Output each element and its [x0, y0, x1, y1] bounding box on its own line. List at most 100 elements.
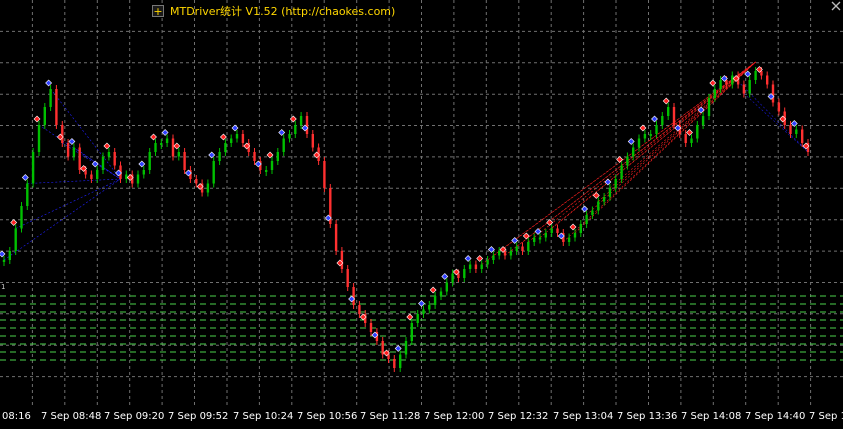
candle-body [801, 129, 804, 143]
candle-body [701, 116, 705, 125]
candle-body [253, 152, 256, 161]
plus-icon[interactable]: + [152, 5, 164, 17]
sell-connection-line [574, 61, 756, 234]
candle-body [597, 201, 600, 211]
candle-body [270, 161, 274, 170]
candle-body [2, 260, 6, 262]
candle-body [206, 183, 210, 193]
candle-body [632, 147, 635, 157]
candle-body [608, 188, 612, 197]
time-label: 7 Sep 12:32 [488, 411, 549, 422]
candle-body [305, 116, 309, 134]
candle-body [771, 84, 775, 103]
candle-body [439, 291, 443, 296]
candle-body [754, 71, 757, 80]
candle-body [66, 143, 70, 157]
candle-body [544, 233, 547, 238]
candle-body [224, 143, 227, 152]
candle-body [346, 269, 349, 287]
time-label: 7 Sep 10:56 [297, 411, 358, 422]
candle-body [410, 323, 413, 341]
candle-body [428, 305, 431, 310]
time-label: 7 Sep 09:20 [104, 411, 165, 422]
candle-body [795, 129, 798, 134]
candle-body [136, 174, 140, 184]
indicator-label: + MTDriver统计 V1.52 (http://chaokes.com) [152, 3, 395, 19]
time-label: 7 Sep 10:24 [233, 411, 294, 422]
candle-body [352, 287, 355, 305]
candle-body [422, 309, 425, 314]
candle-body [177, 152, 180, 157]
candle-body [340, 251, 344, 269]
candle-body [480, 264, 483, 269]
candle-body [509, 251, 513, 256]
candle-body [579, 224, 582, 233]
candle-body [165, 138, 169, 143]
candle-body [20, 206, 23, 229]
candle-body [241, 134, 245, 143]
candle-body [14, 228, 17, 251]
candle-body [142, 170, 145, 175]
candle-body [31, 152, 35, 184]
candle-body [649, 134, 652, 136]
candle-body [474, 264, 478, 269]
candle-body [719, 80, 722, 89]
time-label: 7 Sep 13:04 [553, 411, 614, 422]
time-label: 7 Sep 14:40 [745, 411, 806, 422]
candle-body [399, 354, 402, 368]
candle-body [212, 161, 215, 184]
candle-body [26, 183, 29, 206]
candle-body [684, 134, 687, 143]
candle-body [696, 125, 699, 139]
candle-body [573, 233, 577, 238]
candle-body [393, 359, 396, 368]
time-label: 08:16 [2, 411, 31, 422]
close-icon[interactable] [831, 1, 841, 11]
candle-body [433, 296, 437, 305]
time-label: 7 Sep 12:00 [424, 411, 485, 422]
candle-body [620, 165, 623, 179]
candle-body [183, 152, 186, 170]
candle-body [766, 75, 769, 85]
time-label: 7 Sep 08:48 [41, 411, 102, 422]
candle-body [748, 80, 751, 94]
candle-body [556, 228, 559, 233]
time-label: 7 Sep 13:36 [617, 411, 678, 422]
candle-body [195, 179, 198, 184]
candle-body [358, 305, 361, 314]
candle-body [49, 89, 52, 107]
candle-body [498, 251, 501, 256]
candle-body [282, 138, 285, 152]
candle-body [492, 255, 495, 260]
candle-body [299, 116, 303, 125]
candle-body [154, 143, 157, 152]
candle-body [789, 125, 792, 134]
candle-body [230, 138, 233, 143]
candle-body [381, 341, 384, 355]
candle-body [626, 156, 629, 166]
candle-body [655, 125, 658, 134]
price-chart[interactable] [0, 0, 843, 408]
time-label: 7 Sep 14:08 [681, 411, 742, 422]
candle-body [533, 237, 536, 242]
candle-body [171, 138, 175, 157]
candle-body [235, 134, 239, 139]
candle-body [672, 107, 676, 125]
candle-body [661, 116, 664, 125]
candle-body [667, 107, 670, 116]
candle-body [515, 246, 518, 251]
candle-body [486, 260, 489, 265]
candle-body [777, 102, 781, 112]
candle-body [521, 246, 524, 251]
candle-body [125, 174, 128, 179]
indicator-title: MTDriver统计 V1.52 (http://chaokes.com) [170, 5, 396, 18]
candle-body [113, 152, 116, 166]
candle-body [265, 170, 268, 172]
candle-body [37, 125, 41, 152]
candle-body [311, 134, 314, 148]
candle-body [643, 134, 647, 139]
candle-body [713, 89, 716, 98]
candle-body [463, 269, 466, 278]
time-label: 7 Sep 09:52 [168, 411, 229, 422]
chart-area[interactable] [0, 0, 843, 429]
